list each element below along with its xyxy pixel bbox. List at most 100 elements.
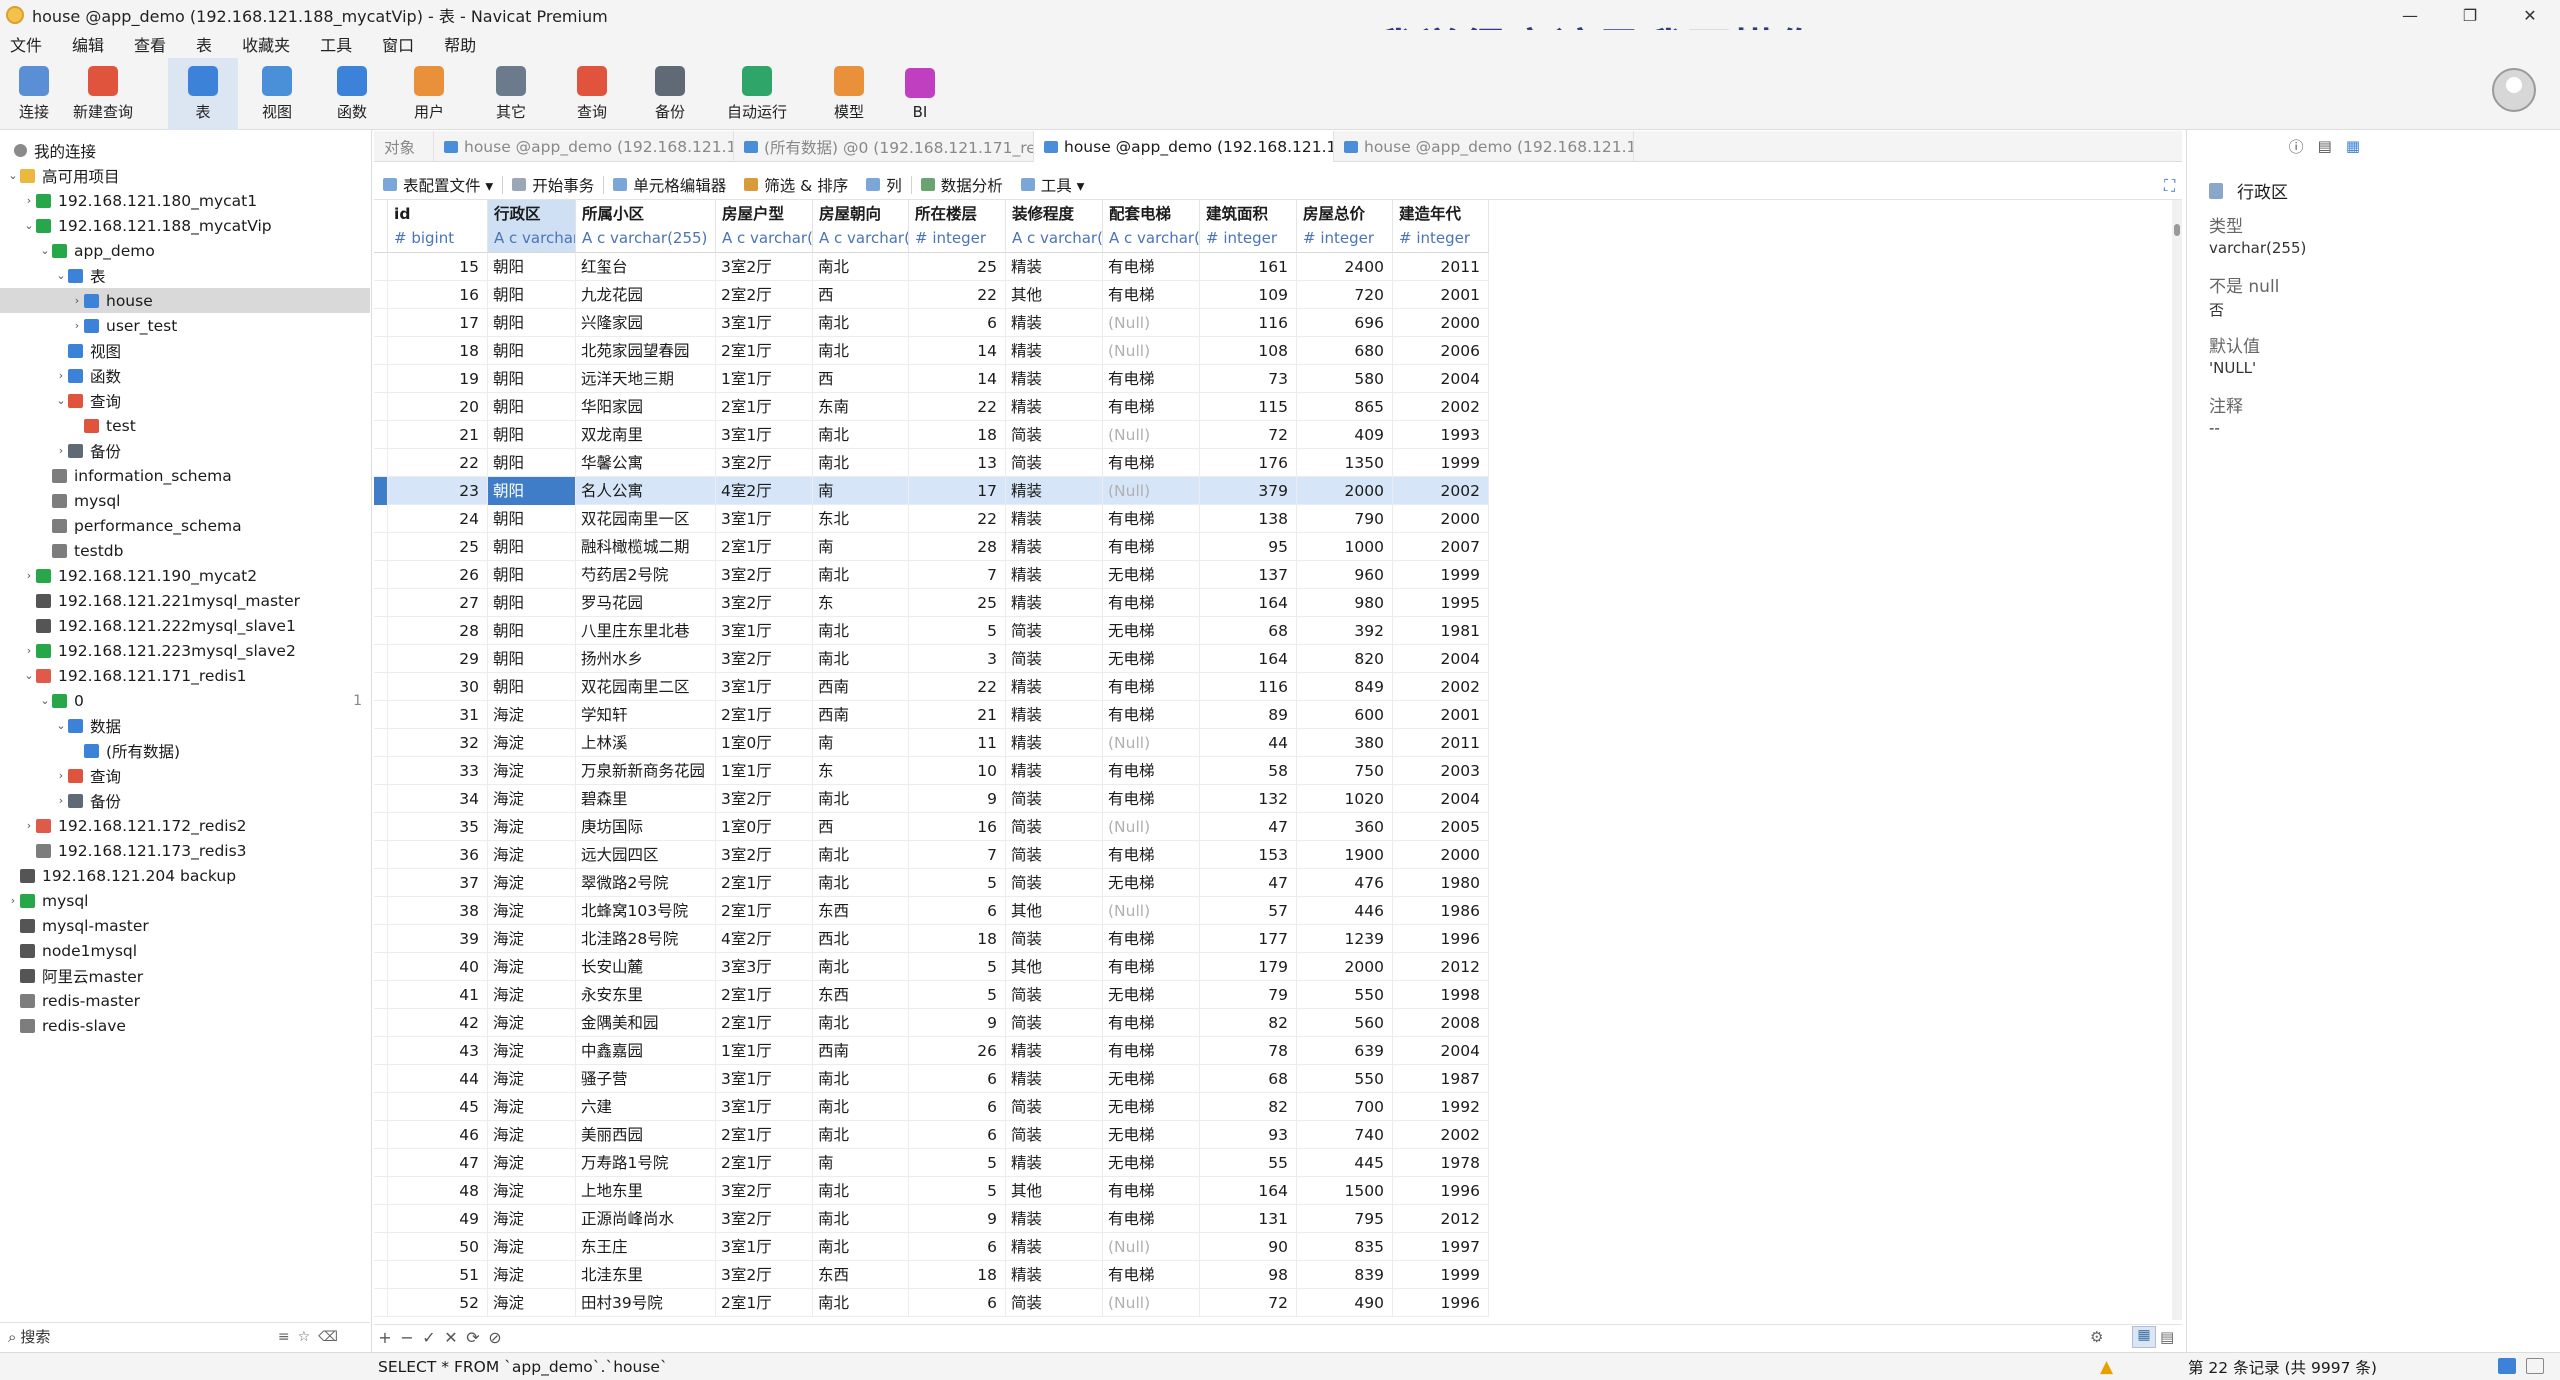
table-row[interactable]: 49 海淀 正源尚峰尚水 3室2厅 南北 9 精装 有电梯 131 795 2012 [374,1205,1489,1233]
row-marker[interactable] [374,1121,388,1149]
chevron-right-icon[interactable]: › [70,294,84,307]
tree-item[interactable]: ⌄ 0 1 [0,688,370,713]
table-cell[interactable]: 2005 [1393,813,1489,841]
table-cell[interactable]: 49 [388,1205,488,1233]
table-cell[interactable]: 137 [1200,561,1297,589]
table-cell[interactable]: 精装 [1006,253,1103,281]
table-cell[interactable]: 7 [909,841,1006,869]
table-cell[interactable]: 28 [388,617,488,645]
column-header[interactable]: 所属小区 A c varchar(255) [576,200,716,253]
grid-footer-button[interactable]: + [374,1328,396,1347]
tree-item[interactable]: mysql [0,488,370,513]
table-cell[interactable]: 39 [388,925,488,953]
table-cell[interactable]: 14 [909,365,1006,393]
table-row[interactable]: 16 朝阳 九龙花园 2室2厅西 22 其他 有电梯 109 720 2001 [374,281,1489,309]
table-cell[interactable]: 82 [1200,1093,1297,1121]
menu-item[interactable]: 帮助 [434,32,496,56]
field-props-icon[interactable]: ▦ [2346,137,2360,155]
column-header[interactable]: 行政区 A c varchar [488,200,576,253]
table-cell[interactable]: 20 [388,393,488,421]
table-cell[interactable]: 北苑家园望春园 [576,337,716,365]
table-cell[interactable]: 177 [1200,925,1297,953]
table-cell[interactable]: 41 [388,981,488,1009]
grid-view-icon[interactable]: ▦ [2132,1326,2156,1348]
table-cell[interactable]: 2000 [1393,505,1489,533]
table-cell[interactable]: 朝阳 [488,281,576,309]
table-cell[interactable]: 东王庄 [576,1233,716,1261]
table-row[interactable]: 50 海淀 东王庄 3室1厅 南北 6 精装 (Null) 90 835 1997 [374,1233,1489,1261]
grid-footer-button[interactable]: ✕ [440,1328,462,1347]
table-cell[interactable]: 820 [1297,645,1393,673]
table-row[interactable]: 28 朝阳 八里庄东里北巷 3室1厅 南北 5 简装 无电梯 68 392 1981 [374,617,1489,645]
table-cell[interactable]: 55 [1200,1149,1297,1177]
table-cell[interactable]: 2400 [1297,253,1393,281]
table-cell[interactable]: 北洼路28号院 [576,925,716,953]
table-cell[interactable]: 南北 [813,561,909,589]
table-cell[interactable]: 28 [909,533,1006,561]
table-cell[interactable]: 16 [388,281,488,309]
table-cell[interactable]: 1980 [1393,869,1489,897]
table-cell[interactable]: 51 [388,1261,488,1289]
table-cell[interactable]: 简装 [1006,1121,1103,1149]
table-cell[interactable]: 朝阳 [488,589,576,617]
table-cell[interactable]: 22 [388,449,488,477]
chevron-right-icon[interactable]: › [22,819,36,832]
table-row[interactable]: 38 海淀 北蜂窝103号院 2室1厅 东西 6 其他 (Null) 57 446 1986 [374,897,1489,925]
table-cell[interactable]: 22 [909,673,1006,701]
table-cell[interactable]: 25 [909,589,1006,617]
table-cell[interactable]: 南北 [813,1065,909,1093]
table-cell[interactable]: 36 [388,841,488,869]
table-cell[interactable]: 392 [1297,617,1393,645]
table-cell[interactable]: 永安东里 [576,981,716,1009]
editor-tab[interactable]: house @app_demo (192.168.121.18... [1334,131,1634,162]
table-cell[interactable]: 3室2厅 [716,1177,813,1205]
menu-item[interactable]: 收藏夹 [232,32,310,56]
table-cell[interactable]: 2004 [1393,365,1489,393]
table-row[interactable]: 51 海淀 北洼东里 3室2厅 东西 18 精装 有电梯 98 839 1999 [374,1261,1489,1289]
grid-footer-button[interactable]: ✓ [418,1328,440,1347]
tree-item[interactable]: 视图 [0,338,370,363]
table-cell[interactable]: 南北 [813,1093,909,1121]
toolbar-user-button[interactable]: 用户 [388,58,470,130]
table-cell[interactable]: 东北 [813,505,909,533]
table-cell[interactable]: 3室1厅 [716,1233,813,1261]
table-cell[interactable]: 1000 [1297,533,1393,561]
table-cell[interactable]: 1996 [1393,1289,1489,1317]
table-cell[interactable]: 无电梯 [1103,869,1200,897]
table-cell[interactable]: 6 [909,1093,1006,1121]
tree-item[interactable]: 192.168.121.173_redis3 [0,838,370,863]
table-cell[interactable]: 680 [1297,337,1393,365]
table-cell[interactable]: 44 [1200,729,1297,757]
row-marker[interactable] [374,841,388,869]
row-marker[interactable] [374,1093,388,1121]
table-cell[interactable]: 47 [388,1149,488,1177]
table-cell[interactable]: 700 [1297,1093,1393,1121]
table-cell[interactable]: 碧森里 [576,785,716,813]
table-cell[interactable]: 扬州水乡 [576,645,716,673]
table-cell[interactable]: 海淀 [488,869,576,897]
column-header[interactable]: 配套电梯 A c varchar( [1103,200,1200,253]
table-cell[interactable]: 109 [1200,281,1297,309]
table-cell[interactable]: 2011 [1393,253,1489,281]
table-cell[interactable]: 164 [1200,645,1297,673]
tree-item[interactable]: ⌄ app_demo [0,238,370,263]
table-cell[interactable]: 其他 [1006,1177,1103,1205]
table-cell[interactable]: 37 [388,869,488,897]
table-cell[interactable]: 东 [813,589,909,617]
table-cell[interactable]: 简装 [1006,1289,1103,1317]
table-cell[interactable]: 田村39号院 [576,1289,716,1317]
table-cell[interactable]: 精装 [1006,757,1103,785]
table-cell[interactable]: 南北 [813,785,909,813]
table-cell[interactable]: 海淀 [488,1177,576,1205]
table-cell[interactable]: 西南 [813,673,909,701]
table-cell[interactable]: 西北 [813,925,909,953]
column-header[interactable]: 建造年代 # integer [1393,200,1489,253]
chevron-down-icon[interactable]: ⌄ [22,219,36,232]
table-cell[interactable]: 2室2厅 [716,281,813,309]
editor-tab[interactable]: 对象 [374,131,434,162]
table-cell[interactable]: 2002 [1393,1121,1489,1149]
table-cell[interactable]: (Null) [1103,1233,1200,1261]
table-cell[interactable]: 2室1厅 [716,701,813,729]
table-cell[interactable]: 73 [1200,365,1297,393]
table-cell[interactable]: 31 [388,701,488,729]
